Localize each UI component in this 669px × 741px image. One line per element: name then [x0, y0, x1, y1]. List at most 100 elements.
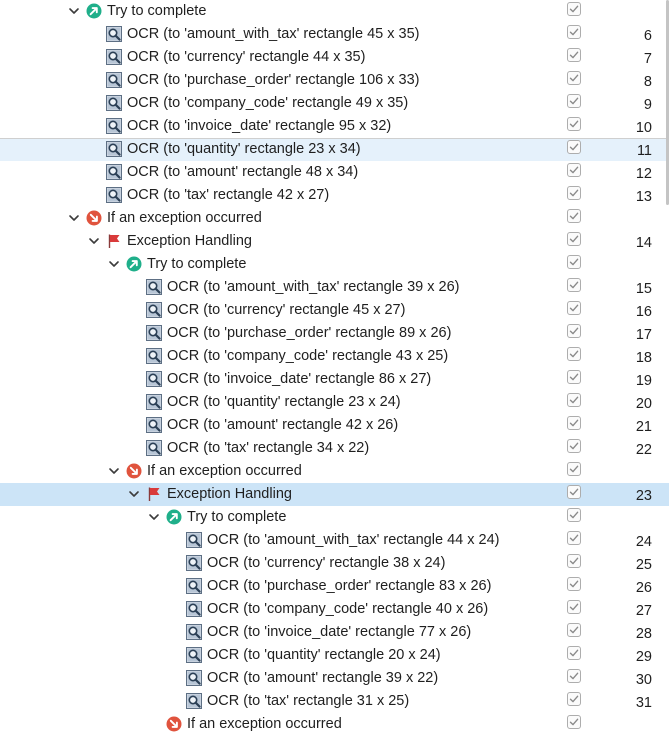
- tree-row[interactable]: OCR (to 'tax' rectangle 34 x 22) 22: [0, 437, 669, 460]
- chevron-down-icon[interactable]: [147, 510, 161, 524]
- ocr-icon: [186, 670, 202, 686]
- tree-row[interactable]: OCR (to 'quantity' rectangle 23 x 34) 11: [0, 138, 669, 161]
- tree-row-label: OCR (to 'amount' rectangle 48 x 34): [127, 164, 359, 180]
- tree-row[interactable]: OCR (to 'currency' rectangle 45 x 27) 16: [0, 299, 669, 322]
- line-number: 28: [635, 626, 652, 642]
- tree-row[interactable]: OCR (to 'invoice_date' rectangle 86 x 27…: [0, 368, 669, 391]
- tree-row-label: OCR (to 'invoice_date' rectangle 95 x 32…: [127, 118, 392, 134]
- tree-row[interactable]: OCR (to 'amount' rectangle 48 x 34) 12: [0, 161, 669, 184]
- enabled-checkbox[interactable]: [567, 692, 581, 706]
- chevron-down-icon[interactable]: [67, 4, 81, 18]
- tree-row[interactable]: OCR (to 'quantity' rectangle 23 x 24) 20: [0, 391, 669, 414]
- enabled-checkbox[interactable]: [567, 48, 581, 62]
- ocr-icon: [146, 279, 162, 295]
- tree-row[interactable]: If an exception occurred: [0, 207, 669, 230]
- enabled-checkbox[interactable]: [567, 140, 581, 154]
- tree-row[interactable]: Exception Handling 14: [0, 230, 669, 253]
- enabled-checkbox[interactable]: [567, 163, 581, 177]
- tree-row-label: Try to complete: [107, 3, 207, 19]
- ocr-icon: [146, 417, 162, 433]
- enabled-checkbox[interactable]: [567, 301, 581, 315]
- tree-row[interactable]: OCR (to 'amount_with_tax' rectangle 45 x…: [0, 23, 669, 46]
- tree-row-label: OCR (to 'company_code' rectangle 40 x 26…: [207, 601, 489, 617]
- tree-row[interactable]: OCR (to 'company_code' rectangle 43 x 25…: [0, 345, 669, 368]
- enabled-checkbox[interactable]: [567, 531, 581, 545]
- tree-row[interactable]: OCR (to 'amount' rectangle 42 x 26) 21: [0, 414, 669, 437]
- line-number: 29: [635, 649, 652, 665]
- tree-row[interactable]: OCR (to 'purchase_order' rectangle 83 x …: [0, 575, 669, 598]
- tree-row[interactable]: Try to complete: [0, 253, 669, 276]
- tree-row[interactable]: OCR (to 'amount' rectangle 39 x 22) 30: [0, 667, 669, 690]
- tree-row[interactable]: OCR (to 'company_code' rectangle 40 x 26…: [0, 598, 669, 621]
- tree-row[interactable]: OCR (to 'purchase_order' rectangle 106 x…: [0, 69, 669, 92]
- enabled-checkbox[interactable]: [567, 577, 581, 591]
- tree-row[interactable]: OCR (to 'currency' rectangle 38 x 24) 25: [0, 552, 669, 575]
- chevron-down-icon[interactable]: [107, 464, 121, 478]
- tree-row[interactable]: OCR (to 'quantity' rectangle 20 x 24) 29: [0, 644, 669, 667]
- tree-row[interactable]: OCR (to 'tax' rectangle 42 x 27) 13: [0, 184, 669, 207]
- enabled-checkbox[interactable]: [567, 646, 581, 660]
- tree-row[interactable]: OCR (to 'invoice_date' rectangle 95 x 32…: [0, 115, 669, 138]
- tree-row[interactable]: OCR (to 'company_code' rectangle 49 x 35…: [0, 92, 669, 115]
- chevron-down-icon[interactable]: [87, 234, 101, 248]
- enabled-checkbox[interactable]: [567, 209, 581, 223]
- tree-row[interactable]: If an exception occurred: [0, 460, 669, 483]
- enabled-checkbox[interactable]: [567, 715, 581, 729]
- action-tree[interactable]: Try to complete OCR (to 'amount_with_tax'…: [0, 0, 669, 741]
- tree-row[interactable]: OCR (to 'invoice_date' rectangle 77 x 26…: [0, 621, 669, 644]
- enabled-checkbox[interactable]: [567, 462, 581, 476]
- enabled-checkbox[interactable]: [567, 186, 581, 200]
- tree-row[interactable]: OCR (to 'purchase_order' rectangle 89 x …: [0, 322, 669, 345]
- tree-row[interactable]: OCR (to 'amount_with_tax' rectangle 44 x…: [0, 529, 669, 552]
- enabled-checkbox[interactable]: [567, 554, 581, 568]
- tree-row-label: OCR (to 'amount' rectangle 39 x 22): [207, 670, 439, 686]
- tree-row-label: OCR (to 'amount_with_tax' rectangle 44 x…: [207, 532, 500, 548]
- enabled-checkbox[interactable]: [567, 393, 581, 407]
- tree-row[interactable]: OCR (to 'currency' rectangle 44 x 35) 7: [0, 46, 669, 69]
- enabled-checkbox[interactable]: [567, 416, 581, 430]
- tree-row[interactable]: Exception Handling 23: [0, 483, 669, 506]
- chevron-down-icon[interactable]: [127, 487, 141, 501]
- vertical-scrollbar[interactable]: [665, 0, 669, 741]
- enabled-checkbox[interactable]: [567, 508, 581, 522]
- tree-row-label: OCR (to 'purchase_order' rectangle 89 x …: [167, 325, 452, 341]
- enabled-checkbox[interactable]: [567, 669, 581, 683]
- enabled-checkbox[interactable]: [567, 370, 581, 384]
- line-number: 31: [635, 695, 652, 711]
- tree-row[interactable]: Try to complete: [0, 506, 669, 529]
- tree-row[interactable]: OCR (to 'tax' rectangle 31 x 25) 31: [0, 690, 669, 713]
- enabled-checkbox[interactable]: [567, 117, 581, 131]
- ocr-icon: [106, 95, 122, 111]
- line-number: 26: [635, 580, 652, 596]
- enabled-checkbox[interactable]: [567, 25, 581, 39]
- enabled-checkbox[interactable]: [567, 2, 581, 16]
- line-number: 25: [635, 557, 652, 573]
- enabled-checkbox[interactable]: [567, 600, 581, 614]
- enabled-checkbox[interactable]: [567, 232, 581, 246]
- enabled-checkbox[interactable]: [567, 278, 581, 292]
- line-number: 23: [635, 488, 652, 504]
- ocr-icon: [146, 371, 162, 387]
- try-icon: [86, 3, 102, 19]
- enabled-checkbox[interactable]: [567, 94, 581, 108]
- tree-row[interactable]: OCR (to 'amount_with_tax' rectangle 39 x…: [0, 276, 669, 299]
- enabled-checkbox[interactable]: [567, 71, 581, 85]
- tree-row[interactable]: Try to complete: [0, 0, 669, 23]
- tree-row-label: OCR (to 'purchase_order' rectangle 106 x…: [127, 72, 420, 88]
- enabled-checkbox[interactable]: [567, 623, 581, 637]
- tree-row-label: OCR (to 'company_code' rectangle 49 x 35…: [127, 95, 409, 111]
- line-number: 27: [635, 603, 652, 619]
- flag-icon: [146, 486, 162, 502]
- enabled-checkbox[interactable]: [567, 324, 581, 338]
- tree-row[interactable]: If an exception occurred: [0, 713, 669, 736]
- exception-icon: [126, 463, 142, 479]
- chevron-down-icon[interactable]: [67, 211, 81, 225]
- exception-icon: [166, 716, 182, 732]
- enabled-checkbox[interactable]: [567, 485, 581, 499]
- enabled-checkbox[interactable]: [567, 255, 581, 269]
- line-number: 16: [635, 304, 652, 320]
- enabled-checkbox[interactable]: [567, 347, 581, 361]
- ocr-icon: [146, 325, 162, 341]
- enabled-checkbox[interactable]: [567, 439, 581, 453]
- chevron-down-icon[interactable]: [107, 257, 121, 271]
